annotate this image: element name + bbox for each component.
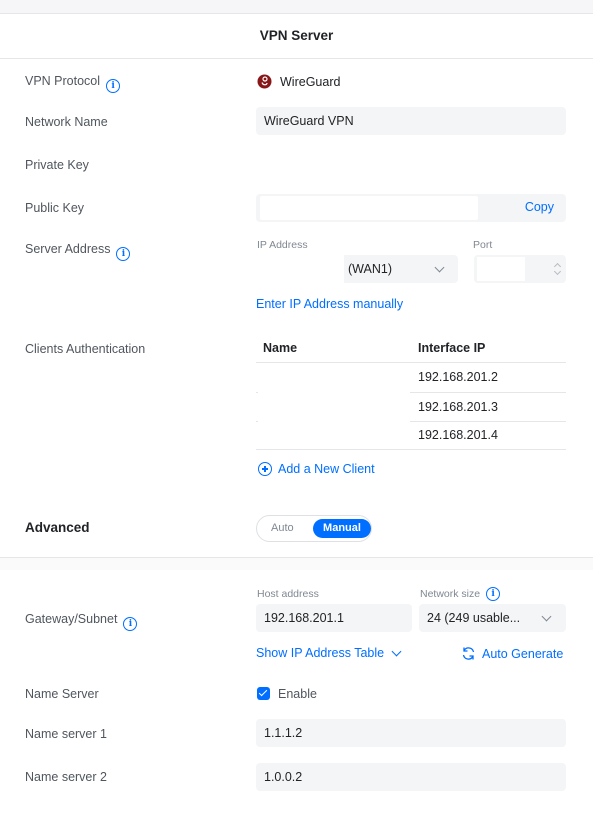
mode-option-auto[interactable]: Auto	[271, 522, 294, 534]
table-row-ip: 192.168.201.3	[418, 400, 498, 414]
header-divider	[0, 58, 593, 59]
host-address-input[interactable]: 192.168.201.1	[256, 604, 412, 632]
ip-address-label: IP Address	[257, 239, 308, 251]
row-divider-stub	[256, 421, 258, 422]
add-client-button[interactable]: Add a New Client	[258, 462, 375, 476]
info-icon[interactable]: i	[116, 247, 131, 261]
section-band	[0, 558, 593, 570]
vpn-protocol-row-label: VPN Protocol i	[25, 74, 121, 93]
mode-toggle: Auto Manual	[256, 515, 372, 542]
table-divider	[256, 449, 566, 450]
vpn-protocol-name: WireGuard	[280, 74, 341, 89]
chevron-down-icon	[391, 646, 402, 656]
name-server-1-input[interactable]: 1.1.1.2	[256, 719, 566, 747]
port-label: Port	[473, 239, 493, 251]
network-name-label: Network Name	[25, 115, 108, 129]
row-divider-stub	[256, 392, 258, 393]
server-address-row-label: Server Address i	[25, 242, 131, 261]
auto-generate-label: Auto Generate	[482, 646, 564, 661]
info-icon[interactable]: i	[106, 79, 121, 93]
host-address-value: 192.168.201.1	[264, 611, 344, 625]
column-header-name: Name	[263, 341, 298, 355]
name-server-label: Name Server	[25, 687, 99, 701]
copy-button[interactable]: Copy	[525, 200, 554, 214]
enable-checkbox[interactable]	[257, 687, 270, 700]
row-divider	[410, 392, 566, 393]
chevron-down-icon	[541, 611, 552, 622]
network-size-select[interactable]: 24 (249 usable...	[419, 604, 566, 632]
public-key-field: Copy	[256, 194, 566, 222]
page-title: VPN Server	[259, 28, 334, 43]
gateway-subnet-label: Gateway/Subnet	[25, 612, 118, 626]
gateway-row-label: Gateway/Subnet i	[25, 612, 138, 631]
refresh-icon	[461, 646, 476, 661]
vpn-protocol-label: VPN Protocol	[25, 74, 101, 88]
row-divider	[410, 421, 566, 422]
port-value-masked	[477, 257, 525, 281]
ip-address-masked	[256, 255, 344, 283]
wireguard-logo-icon	[257, 74, 272, 89]
clients-authentication-label: Clients Authentication	[25, 342, 146, 356]
mode-option-manual[interactable]: Manual	[313, 519, 371, 538]
public-key-label: Public Key	[25, 201, 85, 215]
network-size-row-label: Network size i	[420, 587, 501, 601]
advanced-section-title: Advanced	[25, 520, 90, 535]
name-server-1-label: Name server 1	[25, 727, 107, 741]
network-name-value: WireGuard VPN	[264, 114, 354, 128]
network-size-label: Network size	[420, 588, 481, 600]
column-header-interface-ip: Interface IP	[418, 341, 486, 355]
server-address-label: Server Address	[25, 242, 111, 256]
chevron-down-icon	[434, 262, 445, 273]
table-row-ip: 192.168.201.2	[418, 370, 498, 384]
info-icon[interactable]: i	[123, 617, 138, 631]
name-server-1-value: 1.1.1.2	[264, 726, 303, 740]
vpn-protocol-value: WireGuard	[257, 74, 340, 89]
enter-ip-manually-link[interactable]: Enter IP Address manually	[256, 297, 403, 311]
name-server-2-input[interactable]: 1.0.0.2	[256, 763, 566, 791]
name-server-2-label: Name server 2	[25, 770, 107, 784]
info-icon[interactable]: i	[486, 587, 501, 601]
port-stepper-icon[interactable]	[553, 258, 563, 280]
enable-label: Enable	[278, 687, 317, 701]
ip-address-select[interactable]: (WAN1)	[256, 255, 458, 283]
public-key-value[interactable]	[260, 196, 478, 220]
show-ip-table-label: Show IP Address Table	[256, 646, 385, 660]
top-strip	[0, 0, 593, 14]
auto-generate-button[interactable]: Auto Generate	[461, 646, 563, 661]
private-key-label: Private Key	[25, 158, 89, 172]
network-size-value: 24 (249 usable...	[427, 611, 521, 625]
table-row-ip: 192.168.201.4	[418, 428, 498, 442]
show-ip-table-toggle[interactable]: Show IP Address Table	[256, 646, 402, 660]
host-address-label: Host address	[257, 588, 319, 600]
network-name-input[interactable]: WireGuard VPN	[256, 107, 566, 135]
ip-address-value: (WAN1)	[348, 262, 392, 276]
name-server-2-value: 1.0.0.2	[264, 770, 303, 784]
table-divider	[256, 362, 566, 363]
plus-circle-icon	[258, 462, 272, 476]
add-client-label: Add a New Client	[278, 462, 375, 476]
